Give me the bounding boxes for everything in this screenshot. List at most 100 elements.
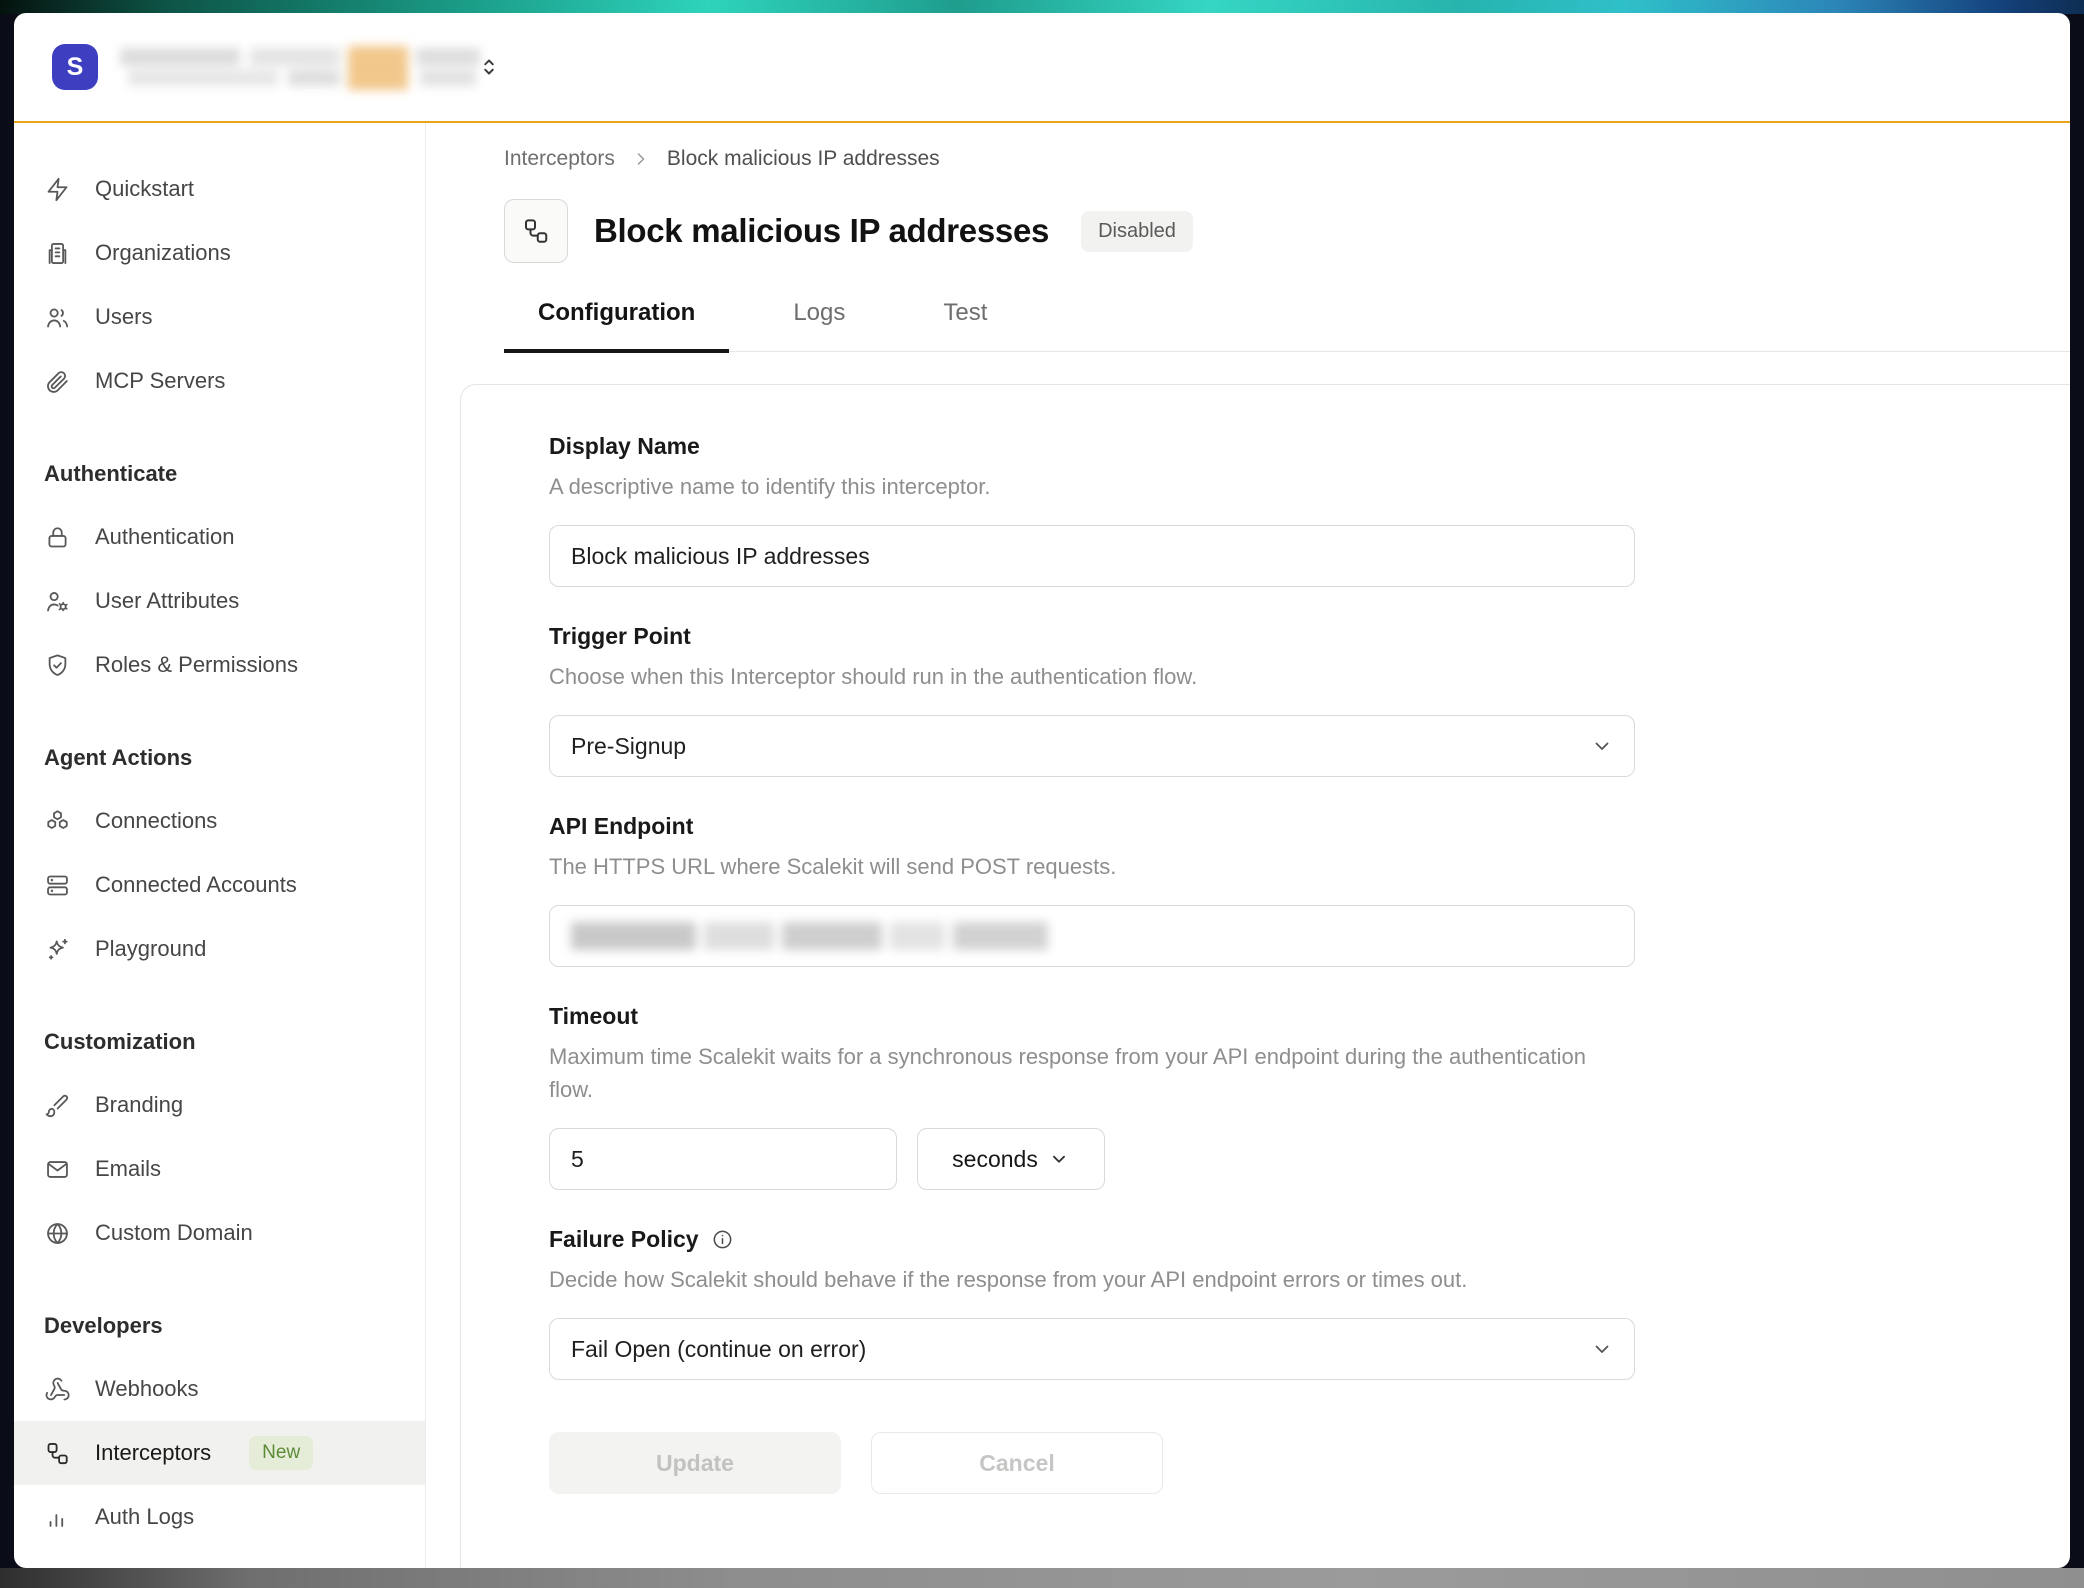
window-bottom-bar [0, 1568, 2084, 1588]
sidebar-nav: Quickstart Organizations Users MCP Serve… [14, 157, 425, 1568]
cubes-icon [44, 808, 71, 835]
app-window: S Quickstart Organizations Users [14, 13, 2070, 1568]
workspace-name-redacted[interactable] [120, 46, 456, 88]
main-content: Interceptors Block malicious IP addresse… [426, 123, 2070, 1568]
sidebar-item-quickstart[interactable]: Quickstart [14, 157, 425, 221]
trigger-point-section: Trigger Point Choose when this Intercept… [549, 623, 2039, 777]
cancel-button[interactable]: Cancel [871, 1432, 1163, 1494]
configuration-card: Display Name A descriptive name to ident… [460, 384, 2070, 1568]
breadcrumb: Interceptors Block malicious IP addresse… [504, 147, 2070, 171]
api-endpoint-section: API Endpoint The HTTPS URL where Scaleki… [549, 813, 2039, 967]
sidebar-section-authenticate: Authenticate [14, 443, 425, 505]
timeout-unit-value: seconds [952, 1146, 1038, 1173]
sidebar-item-connections[interactable]: Connections [14, 789, 425, 853]
sidebar-item-webhooks[interactable]: Webhooks [14, 1357, 425, 1421]
sidebar-item-label: Auth Logs [95, 1504, 194, 1530]
sidebar-item-label: MCP Servers [95, 368, 225, 394]
display-name-input[interactable] [549, 525, 1635, 587]
interceptor-icon [44, 1440, 71, 1467]
user-gear-icon [44, 588, 71, 615]
breadcrumb-interceptors[interactable]: Interceptors [504, 147, 615, 171]
users-icon [44, 304, 71, 331]
trigger-point-value: Pre-Signup [571, 733, 686, 760]
mail-icon [44, 1156, 71, 1183]
new-badge: New [249, 1436, 313, 1470]
sidebar: Quickstart Organizations Users MCP Serve… [14, 123, 426, 1568]
sidebar-item-connected-accounts[interactable]: Connected Accounts [14, 853, 425, 917]
page-title: Block malicious IP addresses [594, 212, 1049, 250]
display-name-label: Display Name [549, 433, 2039, 460]
update-button[interactable]: Update [549, 1432, 841, 1494]
trigger-point-select[interactable]: Pre-Signup [549, 715, 1635, 777]
sidebar-item-user-attributes[interactable]: User Attributes [14, 569, 425, 633]
chevron-right-icon [631, 149, 651, 169]
sidebar-item-label: Interceptors [95, 1440, 211, 1466]
window-top-gradient [0, 0, 2084, 14]
sidebar-item-users[interactable]: Users [14, 285, 425, 349]
sidebar-item-label: Users [95, 304, 152, 330]
sidebar-item-label: Authentication [95, 524, 234, 550]
info-icon[interactable] [711, 1228, 734, 1251]
workspace-logo[interactable]: S [52, 44, 98, 90]
breadcrumb-current: Block malicious IP addresses [667, 147, 940, 171]
shield-check-icon [44, 652, 71, 679]
tab-test[interactable]: Test [909, 299, 1021, 351]
sidebar-item-branding[interactable]: Branding [14, 1073, 425, 1137]
form-actions: Update Cancel [549, 1432, 2039, 1494]
api-endpoint-input[interactable] [549, 905, 1635, 967]
zap-icon [44, 176, 71, 203]
sidebar-item-label: Playground [95, 936, 206, 962]
sidebar-item-custom-domain[interactable]: Custom Domain [14, 1201, 425, 1265]
interceptor-icon-box [504, 199, 568, 263]
sidebar-section-developers: Developers [14, 1295, 425, 1357]
sidebar-item-label: Connections [95, 808, 217, 834]
failure-policy-select[interactable]: Fail Open (continue on error) [549, 1318, 1635, 1380]
app-screen: S Quickstart Organizations Users [0, 0, 2084, 1588]
timeout-unit-select[interactable]: seconds [917, 1128, 1105, 1190]
sidebar-item-label: Organizations [95, 240, 231, 266]
tab-bar: Configuration Logs Test [504, 299, 2070, 352]
tab-configuration[interactable]: Configuration [504, 299, 729, 351]
display-name-description: A descriptive name to identify this inte… [549, 470, 1635, 503]
sidebar-item-label: Quickstart [95, 176, 194, 202]
trigger-point-description: Choose when this Interceptor should run … [549, 660, 1635, 693]
timeout-label: Timeout [549, 1003, 2039, 1030]
sparkles-icon [44, 936, 71, 963]
chevron-down-icon [1590, 1337, 1614, 1361]
timeout-input[interactable] [549, 1128, 897, 1190]
sidebar-item-label: Connected Accounts [95, 872, 297, 898]
timeout-section: Timeout Maximum time Scalekit waits for … [549, 1003, 2039, 1190]
failure-policy-section: Failure Policy Decide how Scalekit shoul… [549, 1226, 2039, 1380]
display-name-section: Display Name A descriptive name to ident… [549, 433, 2039, 587]
timeout-description: Maximum time Scalekit waits for a synchr… [549, 1040, 1635, 1106]
brush-icon [44, 1092, 71, 1119]
webhook-icon [44, 1376, 71, 1403]
chevron-down-icon [1590, 734, 1614, 758]
stack-icon [44, 872, 71, 899]
lock-icon [44, 524, 71, 551]
organization-icon [44, 240, 71, 267]
api-endpoint-label: API Endpoint [549, 813, 2039, 840]
sidebar-item-organizations[interactable]: Organizations [14, 221, 425, 285]
failure-policy-description: Decide how Scalekit should behave if the… [549, 1263, 1635, 1296]
sidebar-item-label: Custom Domain [95, 1220, 253, 1246]
sidebar-section-customization: Customization [14, 1011, 425, 1073]
sidebar-item-mcp-servers[interactable]: MCP Servers [14, 349, 425, 413]
sidebar-item-settings[interactable]: Settings [14, 1549, 425, 1568]
sidebar-item-emails[interactable]: Emails [14, 1137, 425, 1201]
page-title-row: Block malicious IP addresses Disabled [504, 199, 2070, 263]
sidebar-item-label: Webhooks [95, 1376, 199, 1402]
globe-icon [44, 1220, 71, 1247]
sidebar-item-interceptors[interactable]: Interceptors New [14, 1421, 425, 1485]
chevron-down-icon [1048, 1148, 1070, 1170]
sidebar-item-roles-permissions[interactable]: Roles & Permissions [14, 633, 425, 697]
sidebar-item-authentication[interactable]: Authentication [14, 505, 425, 569]
trigger-point-label: Trigger Point [549, 623, 2039, 650]
failure-policy-value: Fail Open (continue on error) [571, 1336, 866, 1363]
sidebar-section-agent-actions: Agent Actions [14, 727, 425, 789]
tab-logs[interactable]: Logs [759, 299, 879, 351]
interceptor-icon [521, 216, 551, 246]
sidebar-item-playground[interactable]: Playground [14, 917, 425, 981]
api-endpoint-description: The HTTPS URL where Scalekit will send P… [549, 850, 1635, 883]
sidebar-item-auth-logs[interactable]: Auth Logs [14, 1485, 425, 1549]
